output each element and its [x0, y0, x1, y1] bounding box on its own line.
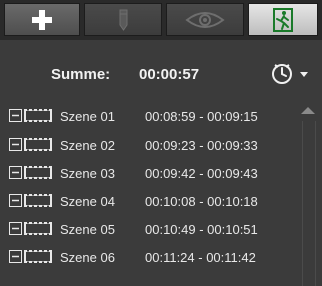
scrollbar[interactable] [300, 103, 318, 286]
exit-icon [273, 7, 293, 32]
scene-time-range: 00:09:42 - 00:09:43 [145, 166, 258, 181]
scene-time-range: 00:10:49 - 00:10:51 [145, 222, 258, 237]
summary-row: Summe: 00:00:57 [0, 58, 322, 88]
summary-label: Summe: [51, 66, 111, 83]
add-scene-button[interactable] [4, 3, 80, 36]
edit-scene-button[interactable] [84, 3, 162, 36]
eye-icon [185, 11, 225, 28]
scene-row[interactable]: Szene 03 00:09:42 - 00:09:43 [0, 160, 296, 184]
scene-row[interactable]: Szene 04 00:10:08 - 00:10:18 [0, 188, 296, 212]
collapse-film-icon[interactable] [9, 194, 53, 208]
clock-icon [272, 64, 292, 84]
scene-row[interactable]: Szene 05 00:10:49 - 00:10:51 [0, 216, 296, 240]
scene-row[interactable]: Szene 01 00:08:59 - 00:09:15 [0, 103, 296, 127]
scene-name: Szene 06 [60, 250, 115, 265]
scene-name: Szene 03 [60, 166, 115, 181]
collapse-film-icon[interactable] [9, 250, 53, 264]
scene-list: Szene 01 00:08:59 - 00:09:15 Szene 02 00:09… [0, 103, 296, 286]
scroll-track[interactable] [302, 121, 316, 286]
clock-dropdown-button[interactable] [268, 61, 318, 87]
exit-button[interactable] [248, 3, 318, 36]
scene-time-range: 00:11:24 - 00:11:42 [145, 250, 256, 265]
triangle-down-icon [300, 72, 308, 77]
scene-name: Szene 05 [60, 222, 115, 237]
collapse-film-icon[interactable] [9, 222, 53, 236]
toolbar [0, 0, 322, 40]
scene-name: Szene 02 [60, 138, 115, 153]
scene-row[interactable]: Szene 06 00:11:24 - 00:11:42 [0, 244, 296, 268]
scroll-up-arrow-icon[interactable] [301, 107, 315, 114]
pencil-icon [119, 9, 128, 31]
scene-time-range: 00:09:23 - 00:09:33 [145, 138, 258, 153]
scene-row[interactable]: Szene 02 00:09:23 - 00:09:33 [0, 132, 296, 156]
collapse-film-icon[interactable] [9, 166, 53, 180]
preview-button[interactable] [166, 3, 244, 36]
summary-value: 00:00:57 [139, 66, 200, 83]
scene-name: Szene 04 [60, 194, 115, 209]
plus-icon [32, 9, 52, 30]
scene-name: Szene 01 [60, 109, 115, 124]
scene-time-range: 00:08:59 - 00:09:15 [145, 109, 258, 124]
scene-time-range: 00:10:08 - 00:10:18 [145, 194, 258, 209]
collapse-film-icon[interactable] [9, 138, 53, 152]
collapse-film-icon[interactable] [9, 109, 53, 123]
